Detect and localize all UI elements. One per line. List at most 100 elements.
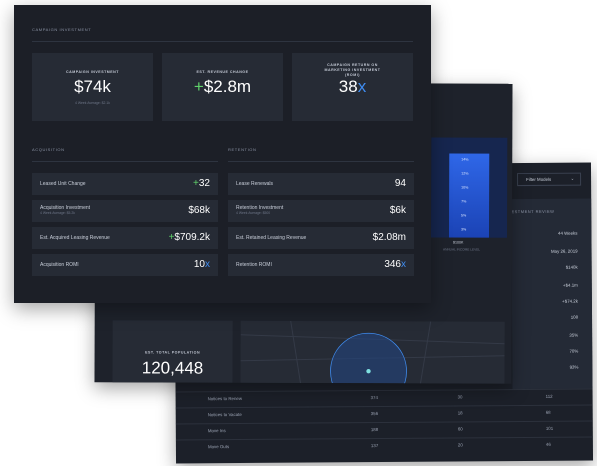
metric-value: 346x	[384, 259, 406, 270]
panel-value: +$74.2k	[562, 298, 578, 304]
map-panel[interactable]	[240, 320, 505, 384]
romi-card: CAMPAIGN RETURN ON MARKETING INVESTMENT …	[292, 53, 413, 121]
metric-label: Leased Unit Change	[40, 181, 86, 187]
metric-row: Acquisition ROMI 10x	[32, 254, 218, 276]
revenue-change-card: EST. REVENUE CHANGE +$2.8m	[162, 53, 283, 121]
kpi-sub: 4 Week Average: $2.1k	[75, 101, 110, 105]
metric-value: 94	[395, 178, 406, 189]
table-row: Move Outs 137 20 46	[175, 436, 593, 456]
row-label: Move Ins	[207, 428, 226, 434]
retention-title: RETENTION	[228, 147, 257, 152]
metric-row: Lease Renewals 94	[228, 173, 414, 195]
bar-label: 7%	[461, 199, 467, 204]
row-value-c: 46	[545, 441, 551, 447]
metric-row: Leased Unit Change +32	[32, 173, 218, 195]
metric-value: +$709.2k	[169, 232, 210, 243]
kpi-suffix: x	[357, 77, 367, 96]
bar-label: 3%	[461, 227, 467, 232]
metric-value: $68k	[188, 205, 210, 216]
metric-label: Lease Renewals	[236, 181, 273, 187]
retention-divider	[228, 161, 414, 162]
investment-review-panel: INVESTMENT REVIEW 44 Weeks May 26, 2019 …	[503, 198, 593, 390]
kpi-value: $74k	[32, 77, 153, 97]
row-value-c: 68	[545, 409, 551, 415]
panel-value: 108	[570, 314, 579, 320]
filter-models-dropdown[interactable]: Filter Models ⌄	[517, 172, 582, 187]
metric-value: $2.08m	[373, 232, 406, 243]
section-title: CAMPAIGN INVESTMENT	[32, 27, 92, 32]
metric-number: $6k	[389, 205, 406, 216]
metric-sub: 4 Week Average: $500	[236, 211, 271, 215]
bar-label: 10%	[461, 185, 469, 190]
row-value-b: 30	[457, 394, 463, 400]
income-axis-sub: ANNUAL INCOME LEVEL	[442, 247, 481, 252]
filter-models-label: Filter Models	[526, 176, 552, 183]
campaign-investment-card: CAMPAIGN INVESTMENT $74k 4 Week Average:…	[32, 53, 153, 121]
metric-suffix: x	[401, 259, 406, 270]
income-bar-chart: 14% 12% 10% 7% 5% 3%	[430, 137, 508, 238]
metric-value: 10x	[194, 259, 210, 270]
metric-row: Est. Acquired Leasing Revenue +$709.2k	[32, 227, 218, 249]
row-value-c: 101	[545, 425, 554, 431]
location-pin	[366, 369, 371, 374]
metric-value: +32	[193, 178, 210, 189]
row-value-b: 18	[457, 410, 463, 416]
panel-value: 44 Weeks	[557, 230, 578, 236]
row-value-b: 60	[457, 426, 463, 432]
row-value-c: 112	[545, 393, 553, 399]
row-value-a: 374	[370, 395, 378, 401]
acquisition-divider	[32, 161, 218, 162]
acquisition-title: ACQUISITION	[32, 147, 65, 152]
bar-label: 5%	[461, 213, 467, 218]
panel-value: May 26, 2019	[550, 248, 578, 254]
metric-row: Est. Retained Leasing Revenue $2.08m	[228, 227, 414, 249]
metric-row: Retention ROMI 346x	[228, 254, 414, 276]
bar-label: 14%	[461, 157, 469, 162]
metric-row: Retention Investment 4 Week Average: $50…	[228, 200, 414, 222]
row-label: Move Outs	[207, 444, 230, 450]
row-value-a: 188	[370, 427, 379, 433]
bar-label: 12%	[461, 171, 469, 176]
panel-value: 70%	[569, 348, 579, 354]
row-value-a: 356	[370, 411, 379, 417]
map-graphic	[240, 320, 505, 384]
chevron-down-icon: ⌄	[570, 175, 575, 181]
metric-sub: 4 Week Average: $5.2k	[40, 211, 75, 215]
metric-row: Acquisition Investment 4 Week Average: $…	[32, 200, 218, 222]
metric-label: Retention ROMI	[236, 262, 272, 268]
row-label: Notices to Vacate	[207, 411, 242, 418]
metric-label: Est. Acquired Leasing Revenue	[40, 235, 110, 241]
metric-number: 10	[193, 259, 205, 270]
metric-number: 32	[198, 178, 210, 189]
population-label: EST. TOTAL POPULATION	[145, 350, 201, 355]
metric-number: $2.08m	[372, 232, 406, 243]
metric-label: Est. Retained Leasing Revenue	[236, 235, 307, 241]
income-bars: 14% 12% 10% 7% 5% 3%	[448, 153, 490, 238]
kpi-value: 38x	[292, 77, 413, 97]
panel-value: 93%	[569, 364, 579, 370]
metric-number: $68k	[188, 205, 210, 216]
metric-label: Acquisition ROMI	[40, 262, 79, 268]
section-divider	[32, 41, 413, 42]
metric-value: $6k	[390, 205, 406, 216]
row-value-a: 137	[370, 443, 379, 449]
campaign-dashboard-screen: CAMPAIGN INVESTMENT CAMPAIGN INVESTMENT …	[14, 5, 431, 303]
metric-number: 94	[394, 178, 406, 189]
row-value-b: 20	[457, 442, 463, 448]
kpi-label: CAMPAIGN RETURN ON MARKETING INVESTMENT …	[324, 63, 381, 77]
kpi-label: EST. REVENUE CHANGE	[196, 70, 249, 74]
kpi-prefix: +	[193, 77, 204, 96]
population-value: 120,448	[141, 358, 204, 378]
metric-suffix: x	[205, 259, 210, 270]
panel-value: 35%	[569, 332, 579, 338]
row-label: Notices to Renew	[207, 395, 243, 402]
kpi-value-number: $74k	[74, 77, 111, 96]
panel-value: $140k	[565, 264, 578, 270]
kpi-value-number: 38	[338, 77, 358, 96]
population-card: EST. TOTAL POPULATION 120,448	[112, 320, 233, 383]
panel-value: +$4.1m	[563, 282, 578, 288]
metric-number: $709.2k	[174, 232, 210, 243]
kpi-value: +$2.8m	[162, 77, 283, 97]
kpi-value-number: $2.8m	[203, 77, 252, 96]
kpi-label: CAMPAIGN INVESTMENT	[66, 70, 119, 74]
